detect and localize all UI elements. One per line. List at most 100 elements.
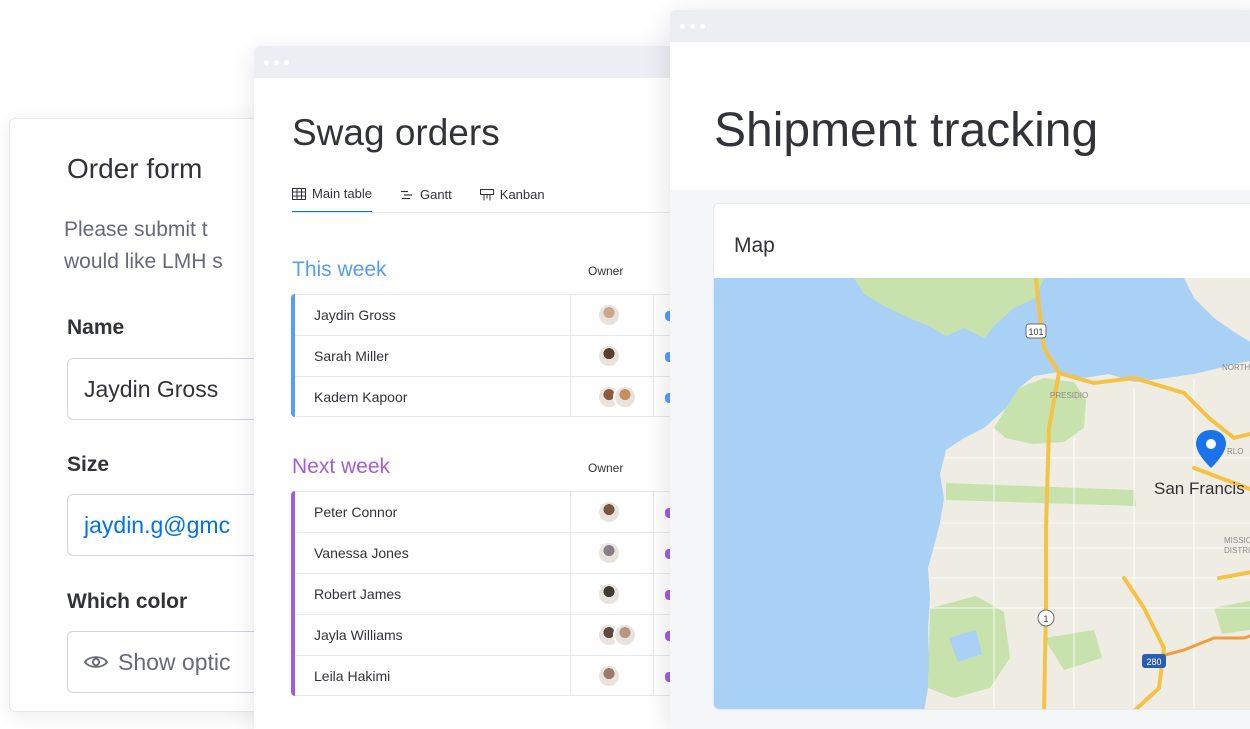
window-dot	[264, 59, 269, 65]
item-name[interactable]: Leila Hakimi	[295, 668, 569, 684]
column-divider	[570, 336, 571, 376]
table-row[interactable]: Jaydin Gross	[295, 294, 674, 335]
group-next-week: Peter Connor Vanessa Jones Robert James Jay…	[291, 491, 674, 696]
column-divider	[653, 377, 654, 416]
table-row[interactable]: Vanessa Jones	[295, 532, 674, 573]
avatar	[613, 623, 637, 647]
map-view[interactable]: 101 1 280 PRESIDIO NORTH B RLO MISSION D…	[714, 278, 1250, 710]
window-dot	[690, 23, 695, 29]
table-row[interactable]: Sarah Miller	[295, 335, 674, 376]
shipment-tracking-card: Shipment tracking Map 101 1 280 PRESIDIO…	[670, 10, 1250, 729]
map-widget: Map 101 1 280 PRESIDIO NORTH RLO MISSI D…	[713, 203, 1250, 710]
route-101-shield: 101	[1025, 323, 1047, 339]
avatar	[613, 385, 637, 409]
item-name[interactable]: Peter Connor	[295, 504, 569, 520]
table-row[interactable]: Peter Connor	[295, 491, 674, 532]
swag-orders-card: Swag orders Main table Gantt Kanban This…	[254, 46, 674, 729]
table-icon	[292, 187, 306, 200]
route-280-shield: 280	[1142, 654, 1166, 668]
group-title[interactable]: This week	[292, 258, 387, 282]
group-header-this-week: This week Owner	[292, 258, 674, 282]
window-dot	[274, 59, 279, 65]
item-name[interactable]: Robert James	[295, 586, 569, 602]
owner-column-header: Owner	[588, 264, 624, 278]
map-label-north-beach: NORTH B	[1222, 363, 1250, 372]
column-divider	[653, 492, 654, 532]
map-city-label: San Francis	[1154, 479, 1245, 498]
column-divider	[570, 574, 571, 614]
group-header-next-week: Next week Owner	[292, 455, 674, 479]
tab-kanban-label: Kanban	[499, 187, 545, 202]
map-label-mission-line2: DISTRICT	[1224, 546, 1250, 555]
table-row[interactable]: Robert James	[295, 573, 674, 614]
route-1-shield: 1	[1037, 609, 1055, 627]
order-form-title: Order form	[67, 153, 203, 184]
map-label-mission-line1: MISSION	[1224, 536, 1250, 545]
group-this-week: Jaydin Gross Sarah Miller Kadem Kapoor	[291, 294, 674, 417]
avatar	[597, 500, 621, 524]
owner-cell[interactable]	[597, 541, 621, 565]
column-divider	[653, 533, 654, 573]
table-row[interactable]: Leila Hakimi	[295, 655, 674, 696]
tab-kanban[interactable]: Kanban	[479, 186, 545, 213]
window-titlebar	[254, 46, 674, 78]
owner-cell[interactable]	[597, 500, 621, 524]
column-divider	[570, 377, 571, 416]
column-divider	[570, 656, 571, 695]
table-row[interactable]: Kadem Kapoor	[295, 376, 674, 417]
column-divider	[653, 656, 654, 695]
route-280-label: 280	[1146, 657, 1161, 667]
avatar	[597, 541, 621, 565]
item-name[interactable]: Jayla Williams	[295, 627, 569, 643]
kanban-icon	[479, 188, 494, 200]
map-widget-title: Map	[734, 234, 775, 257]
owner-cell[interactable]	[597, 344, 621, 368]
owner-cell[interactable]	[597, 623, 637, 647]
owner-cell[interactable]	[597, 303, 621, 327]
owner-cell[interactable]	[597, 385, 637, 409]
owner-column-header: Owner	[588, 461, 624, 475]
owner-cell[interactable]	[597, 664, 621, 688]
window-dot	[680, 23, 685, 29]
window-dot	[700, 23, 705, 29]
size-field-value: jaydin.g@gmc	[84, 511, 231, 538]
map-label-mission: MISSION DISTRICT	[1224, 536, 1250, 555]
item-name[interactable]: Vanessa Jones	[295, 545, 569, 561]
map-label-presidio: PRESIDIO	[1050, 391, 1088, 400]
board-title: Shipment tracking	[714, 104, 1099, 157]
tab-main-table-label: Main table	[312, 186, 372, 201]
avatar	[597, 664, 621, 688]
tab-gantt[interactable]: Gantt	[400, 186, 452, 213]
window-titlebar	[670, 10, 1250, 42]
column-divider	[653, 336, 654, 376]
eye-icon	[84, 656, 108, 668]
route-101-label: 101	[1028, 327, 1043, 337]
tabs-divider	[292, 212, 674, 213]
avatar	[597, 303, 621, 327]
item-name[interactable]: Kadem Kapoor	[295, 389, 569, 405]
view-tabs: Main table Gantt Kanban	[292, 186, 545, 213]
color-label: Which color	[67, 590, 188, 613]
window-dot	[284, 59, 289, 65]
show-options-label: Show optic	[118, 648, 231, 675]
route-1-label: 1	[1043, 614, 1048, 624]
column-divider	[570, 492, 571, 532]
tab-main-table[interactable]: Main table	[292, 186, 372, 213]
avatar	[597, 344, 621, 368]
owner-cell[interactable]	[597, 582, 621, 606]
map-label-partial: RLO	[1227, 447, 1243, 456]
item-name[interactable]: Jaydin Gross	[295, 307, 569, 323]
group-title[interactable]: Next week	[292, 455, 390, 479]
tab-gantt-label: Gantt	[419, 187, 452, 202]
gantt-icon	[400, 190, 412, 199]
column-divider	[653, 295, 654, 335]
name-field-value: Jaydin Gross	[84, 375, 219, 402]
item-name[interactable]: Sarah Miller	[295, 348, 569, 364]
table-row[interactable]: Jayla Williams	[295, 614, 674, 655]
column-divider	[570, 615, 571, 655]
avatar	[597, 582, 621, 606]
column-divider	[653, 615, 654, 655]
board-title: Swag orders	[292, 112, 500, 153]
column-divider	[570, 295, 571, 335]
name-label: Name	[67, 316, 125, 339]
